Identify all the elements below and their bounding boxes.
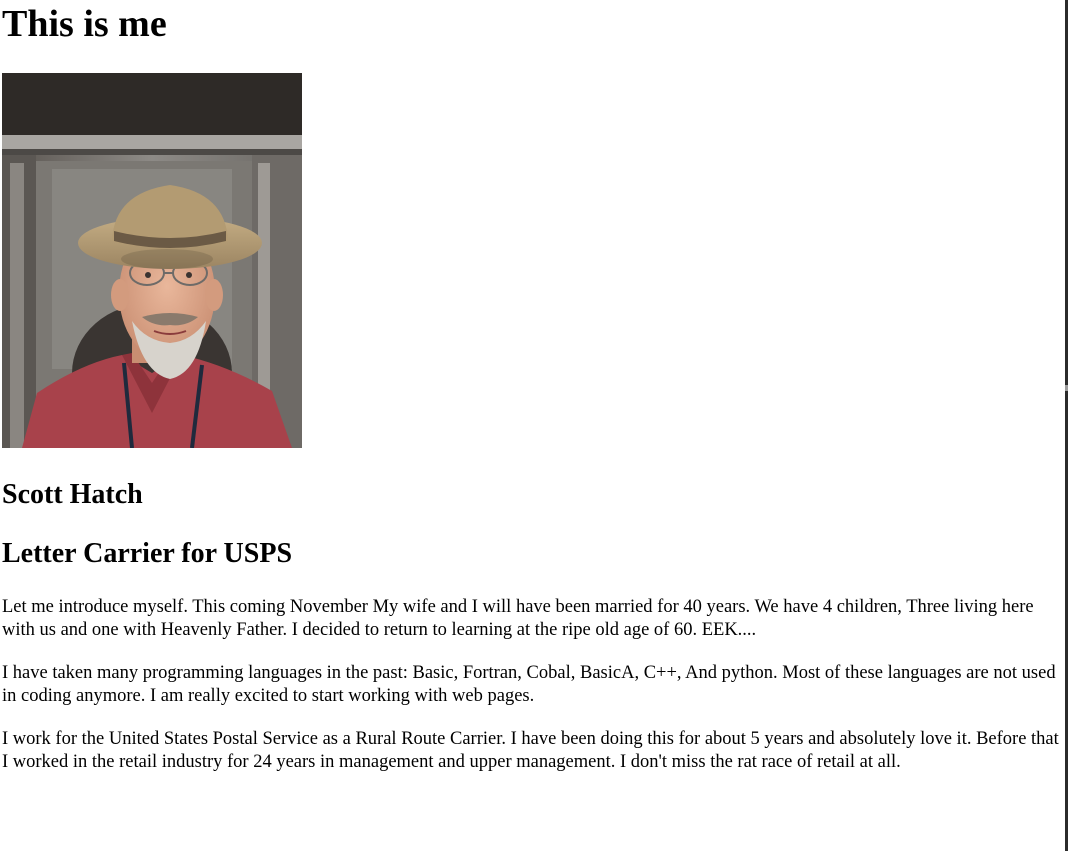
profile-photo <box>2 73 302 448</box>
programming-paragraph: I have taken many programming languages … <box>2 663 1056 706</box>
intro-paragraph: Let me introduce myself. This coming Nov… <box>2 597 1034 640</box>
page-content: This is me Scott Hatch Letter Carrier fo… <box>2 0 1060 774</box>
work-paragraph: I work for the United States Postal Serv… <box>2 729 1059 772</box>
page-title: This is me <box>2 3 167 45</box>
profile-name: Scott Hatch <box>2 479 143 510</box>
profile-job-title: Letter Carrier for USPS <box>2 538 293 569</box>
